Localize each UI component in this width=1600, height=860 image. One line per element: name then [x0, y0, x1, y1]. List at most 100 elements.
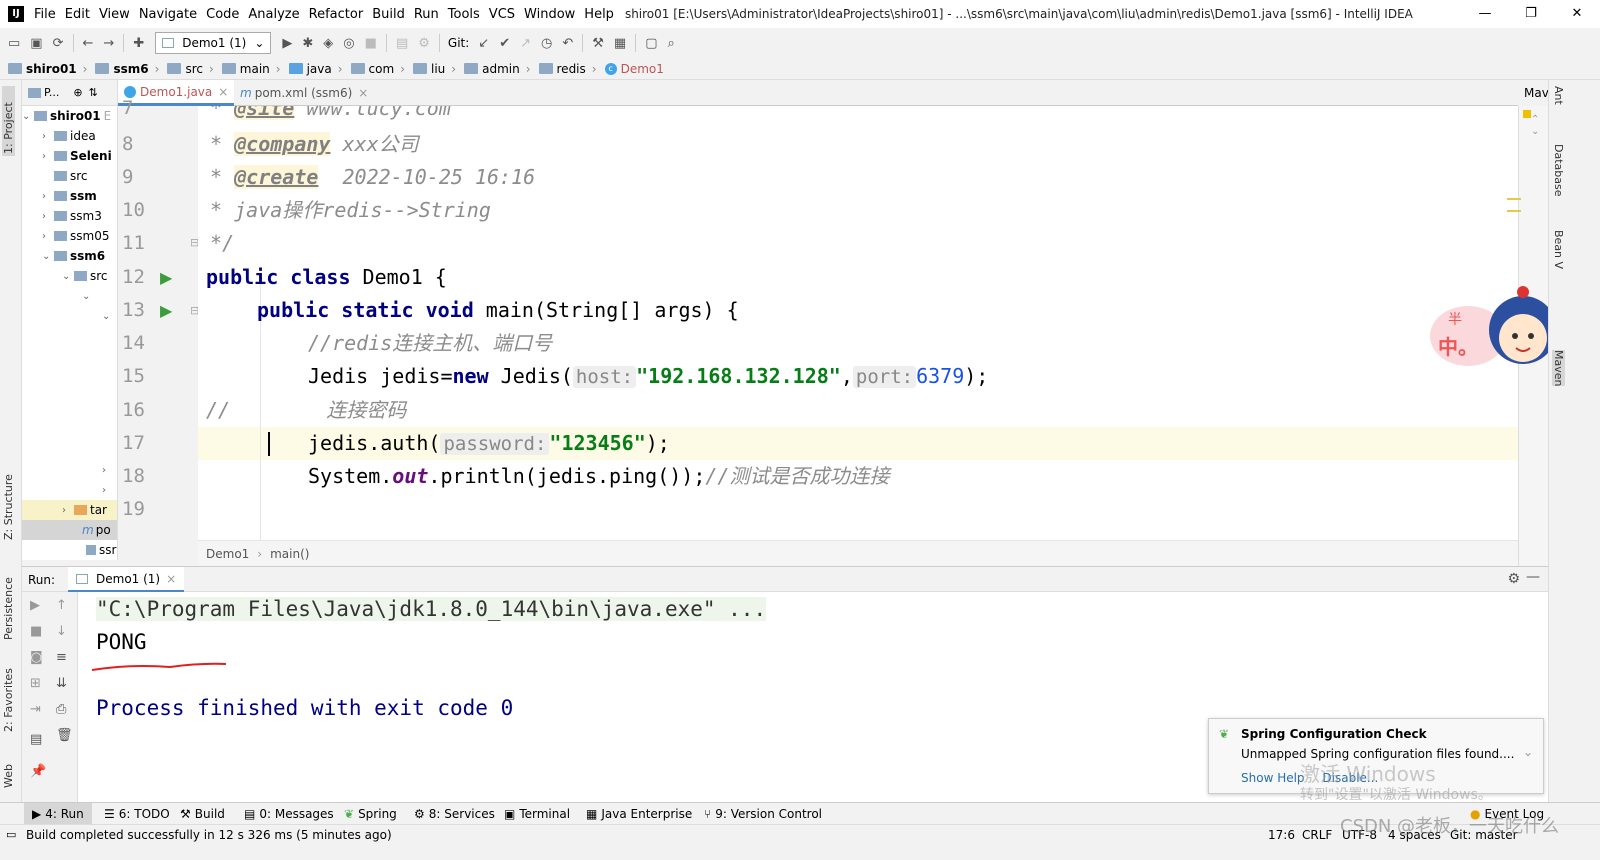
tab-run[interactable]: ▶ 4: Run	[24, 803, 92, 825]
tree-item-ssm[interactable]: › ssm	[42, 186, 97, 206]
rollback-icon[interactable]: ↶	[562, 36, 573, 51]
close-tab-icon[interactable]: ×	[218, 85, 228, 99]
scroll-to-end-icon[interactable]: ⇊	[56, 676, 67, 691]
line-separator[interactable]: CRLF	[1302, 828, 1332, 842]
breadcrumb-ssm6[interactable]: ssm6 ›	[95, 62, 159, 76]
warning-marker[interactable]	[1507, 210, 1521, 212]
sync-icon[interactable]: ⟳	[53, 36, 64, 51]
tab-pom-xml[interactable]: m pom.xml (ssm6) ×	[234, 80, 374, 106]
run-config-select[interactable]: Demo1 (1) ⌄	[155, 32, 272, 54]
history-icon[interactable]: ◷	[541, 36, 552, 51]
caret-position[interactable]: 17:6	[1268, 828, 1295, 842]
locate-icon[interactable]: ⊕	[73, 86, 82, 99]
close-tab-icon[interactable]: ×	[358, 86, 368, 100]
tree-item-ssm6-src[interactable]: ⌄ src	[62, 266, 108, 286]
tab-java-enterprise[interactable]: ▦ Java Enterprise	[586, 803, 692, 825]
menu-file[interactable]: File	[34, 7, 56, 22]
save-icon[interactable]: ▣	[30, 36, 42, 51]
tree-item-target[interactable]: › tar	[22, 500, 117, 520]
chevron-down-icon[interactable]: ⌄	[1523, 745, 1533, 759]
tree-item-java[interactable]: ⌄	[102, 306, 114, 326]
run-icon[interactable]: ▶	[282, 36, 292, 51]
chevron-up-icon[interactable]: ⌃	[1531, 114, 1539, 125]
build-hammer-icon[interactable]: ✚	[133, 36, 144, 51]
attach-icon[interactable]: ▤	[396, 36, 408, 51]
status-message[interactable]: Build completed successfully in 12 s 326…	[26, 828, 392, 842]
back-arrow-icon[interactable]: ←	[83, 36, 94, 51]
menu-navigate[interactable]: Navigate	[139, 7, 197, 22]
menu-build[interactable]: Build	[372, 7, 405, 22]
git-update-icon[interactable]: ↙	[478, 36, 489, 51]
tab-messages[interactable]: ▤ 0: Messages	[244, 803, 334, 825]
tab-database[interactable]: Database	[1552, 144, 1565, 197]
pin-icon[interactable]: 📌	[30, 764, 46, 779]
layout-icon[interactable]: ▤	[30, 732, 42, 747]
menu-tools[interactable]: Tools	[448, 7, 480, 22]
menu-refactor[interactable]: Refactor	[309, 7, 364, 22]
tree-item-main[interactable]: ⌄	[82, 286, 94, 306]
warning-marker[interactable]	[1523, 110, 1531, 118]
tab-maven[interactable]: Maven	[1552, 350, 1565, 387]
print-icon[interactable]: ⎙	[56, 702, 66, 717]
camera-icon[interactable]: ◙	[30, 650, 43, 665]
menu-edit[interactable]: Edit	[65, 7, 90, 22]
tree-item-pom[interactable]: m po	[22, 520, 117, 540]
menu-code[interactable]: Code	[206, 7, 239, 22]
menu-help[interactable]: Help	[584, 7, 614, 22]
hide-panel-icon[interactable]: —	[1526, 569, 1540, 585]
minimize-button[interactable]: —	[1462, 0, 1508, 28]
project-structure-icon[interactable]: ▦	[614, 36, 626, 51]
menu-analyze[interactable]: Analyze	[248, 7, 299, 22]
restore-layout-icon[interactable]: ⊞	[30, 676, 41, 691]
stop-icon[interactable]: ■	[30, 624, 42, 639]
tree-item-collapsed[interactable]: ›	[102, 460, 114, 480]
tab-todo[interactable]: ☰ 6: TODO	[104, 803, 170, 825]
tab-terminal[interactable]: ▣ Terminal	[504, 803, 570, 825]
run-main-gutter-icon[interactable]: ▶	[160, 301, 172, 320]
scroll-down-icon[interactable]: ↓	[56, 624, 67, 639]
show-help-link[interactable]: Show Help	[1241, 771, 1305, 785]
tab-ant[interactable]: Ant	[1552, 86, 1565, 105]
breadcrumb-main[interactable]: main ›	[221, 62, 281, 76]
close-window-button[interactable]: ✕	[1554, 0, 1600, 28]
tree-item-shiro01[interactable]: ⌄ shiro01 E	[22, 106, 111, 126]
debug-icon[interactable]: ✱	[302, 36, 313, 51]
tree-item-src[interactable]: src	[54, 166, 88, 186]
menu-run[interactable]: Run	[414, 7, 439, 22]
breadcrumb-redis[interactable]: redis ›	[538, 62, 597, 76]
wrench-icon[interactable]: ⚒	[592, 36, 604, 51]
stop-icon[interactable]: ■	[365, 36, 377, 51]
tree-item-collapsed[interactable]: ›	[102, 480, 114, 500]
run-class-gutter-icon[interactable]: ▶	[160, 268, 172, 287]
tab-build[interactable]: ⚒ Build	[180, 803, 225, 825]
thread-icon[interactable]: ⚙	[418, 36, 430, 51]
status-panel-icon[interactable]: ▭	[6, 828, 16, 841]
chevron-down-icon[interactable]: ⌄	[1531, 126, 1539, 137]
git-commit-icon[interactable]: ✔	[499, 36, 510, 51]
breadcrumb-shiro01[interactable]: shiro01 ›	[8, 62, 87, 76]
git-push-icon[interactable]: ↗	[520, 36, 531, 51]
soft-wrap-icon[interactable]: ≡	[56, 650, 67, 665]
menu-view[interactable]: View	[99, 7, 130, 22]
menu-vcs[interactable]: VCS	[489, 7, 515, 22]
search-icon[interactable]: ⌕	[668, 36, 675, 51]
tab-services[interactable]: ⚙ 8: Services	[414, 803, 495, 825]
tab-bean-validation[interactable]: Bean V	[1552, 230, 1565, 269]
editor-breadcrumb-method[interactable]: main()	[270, 547, 309, 561]
breadcrumb-src[interactable]: src ›	[167, 62, 214, 76]
exit-icon[interactable]: ⇥	[30, 702, 41, 717]
warning-marker[interactable]	[1507, 198, 1521, 200]
breadcrumb-admin[interactable]: admin ›	[464, 62, 531, 76]
code-editor[interactable]: * @site www.lucy.com * @company xxx公司 * …	[198, 106, 1518, 540]
tree-item-selenium[interactable]: › Seleni	[42, 146, 112, 166]
tree-item-ssm6[interactable]: ⌄ ssm6	[42, 246, 105, 266]
tab-persistence[interactable]: Persistence	[2, 560, 15, 640]
editor-breadcrumb-class[interactable]: Demo1	[206, 547, 249, 561]
tree-item-ssm3[interactable]: › ssm3	[42, 206, 102, 226]
coverage-icon[interactable]: ◈	[323, 36, 333, 51]
forward-arrow-icon[interactable]: →	[103, 36, 114, 51]
rerun-icon[interactable]: ▶	[30, 598, 40, 613]
trash-icon[interactable]: 🗑	[56, 728, 73, 743]
breadcrumb-liu[interactable]: liu ›	[413, 62, 456, 76]
tree-item-ssm05[interactable]: › ssm05	[42, 226, 109, 246]
